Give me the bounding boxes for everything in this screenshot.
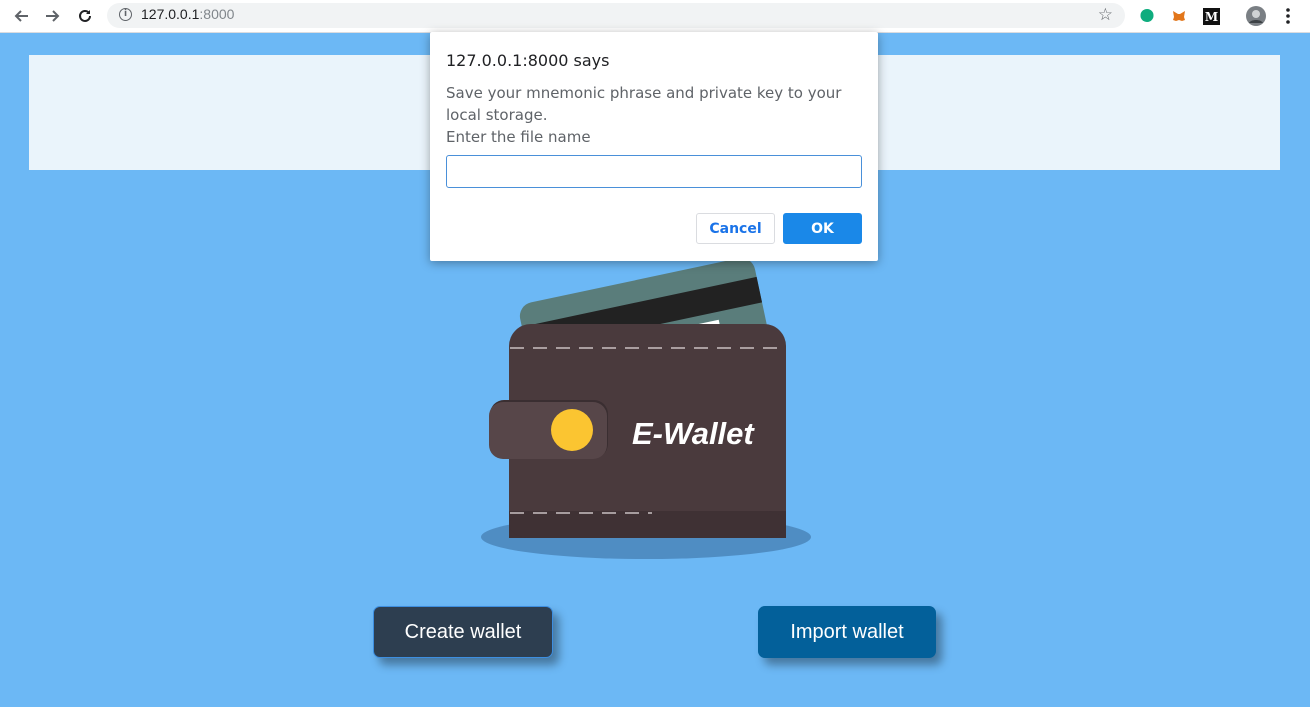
grammarly-extension-icon[interactable] [1138,0,1156,32]
create-wallet-button[interactable]: Create wallet [373,606,553,658]
profile-avatar-icon[interactable] [1246,0,1266,32]
ok-button[interactable]: OK [783,213,862,244]
info-icon[interactable]: i [119,8,132,21]
browser-toolbar: i 127.0.0.1:8000 ☆ M [0,0,1310,33]
back-arrow-icon[interactable] [10,0,32,32]
coin-icon [551,409,593,451]
cancel-button[interactable]: Cancel [696,213,775,244]
wallet-illustration: E-Wallet [481,258,811,559]
file-name-input[interactable] [446,155,862,188]
reload-icon[interactable] [74,0,96,32]
forward-arrow-icon[interactable] [42,0,64,32]
wallet-label: E-Wallet [632,416,755,451]
menu-kebab-icon[interactable] [1280,0,1296,32]
url-text: 127.0.0.1:8000 [141,6,235,22]
import-wallet-button[interactable]: Import wallet [758,606,936,658]
prompt-dialog: 127.0.0.1:8000 says Save your mnemonic p… [430,32,878,261]
metamask-extension-icon[interactable] [1170,0,1188,32]
address-bar[interactable]: i 127.0.0.1:8000 ☆ [107,3,1125,28]
dialog-message: Save your mnemonic phrase and private ke… [446,84,842,146]
star-icon[interactable]: ☆ [1098,5,1113,25]
dialog-title: 127.0.0.1:8000 says [446,51,610,70]
medium-extension-icon[interactable]: M [1202,0,1220,32]
svg-text:M: M [1204,10,1217,24]
